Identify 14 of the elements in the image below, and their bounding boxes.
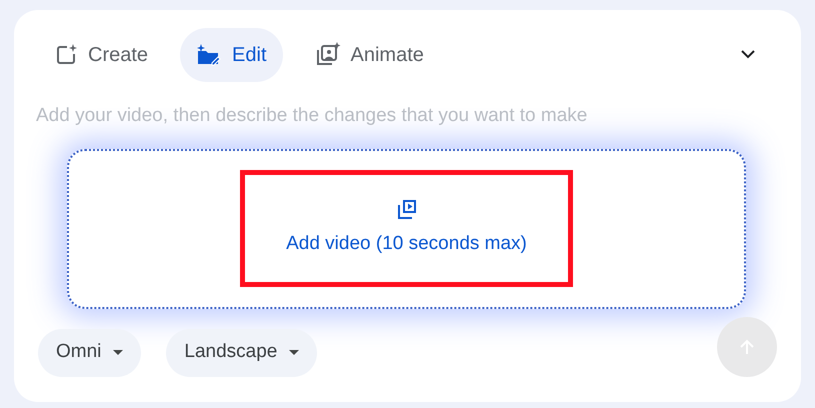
folder-pen-icon: [196, 43, 222, 67]
mode-tab[interactable]: Edit: [180, 28, 282, 82]
square-sparkle-icon: [54, 43, 78, 67]
dropdown-chip[interactable]: Omni: [38, 328, 142, 376]
mode-tab[interactable]: Create: [38, 28, 164, 82]
upload-dropzone[interactable]: Add video (10 seconds max): [67, 148, 746, 308]
chevron-down-icon[interactable]: [740, 48, 756, 60]
add-video-link[interactable]: Add video (10 seconds max): [286, 230, 527, 259]
caret-icon: [289, 350, 300, 356]
prompt-field[interactable]: Add your video, then describe the changes that you want to make: [36, 102, 696, 130]
mode-tab[interactable]: Animate: [298, 28, 440, 82]
photo-stack-icon: [314, 42, 340, 68]
dropdown-chip[interactable]: Landscape: [166, 328, 318, 376]
caret-icon: [113, 350, 124, 356]
